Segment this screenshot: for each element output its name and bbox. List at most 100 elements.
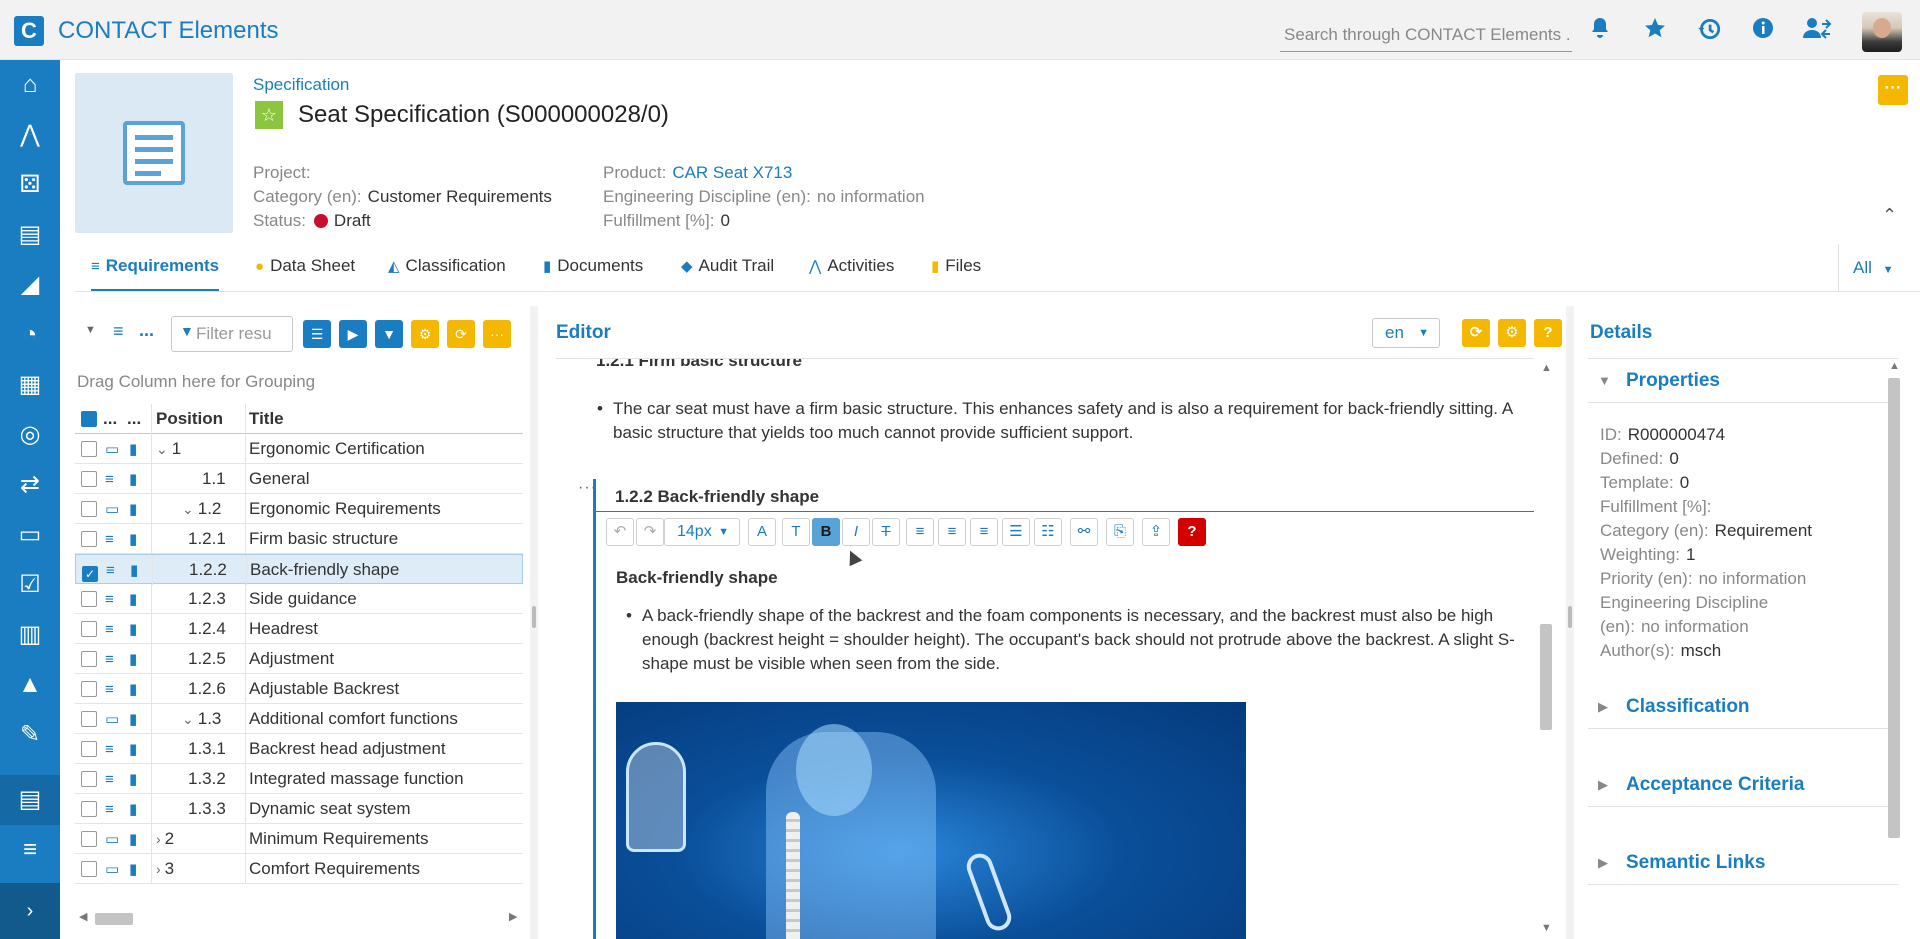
align-center-icon[interactable]: ≡ [938, 518, 966, 546]
right-splitter[interactable] [1566, 306, 1574, 939]
caret-down-icon[interactable]: ▼ [85, 324, 96, 336]
history-icon[interactable] [1694, 16, 1724, 46]
home-icon[interactable]: ⌂ [0, 60, 60, 110]
tree-row[interactable]: ≡ ▮ 1.2.6 Adjustable Backrest [75, 674, 523, 704]
scroll-right-icon[interactable]: ▶ [509, 910, 517, 923]
document-icon[interactable]: ▤ [0, 210, 60, 260]
classification-section-header[interactable]: ▶ Classification [1588, 685, 1898, 729]
scroll-down-icon[interactable]: ▼ [1541, 922, 1552, 934]
breadcrumb[interactable]: Specification [253, 75, 349, 95]
more-button[interactable]: ··· [483, 320, 511, 348]
chevron-right-icon[interactable]: › [156, 831, 161, 847]
semantic-links-section-header[interactable]: ▶ Semantic Links [1588, 841, 1898, 885]
tree-row[interactable]: ≡ ▮ 1.2.3 Side guidance [75, 584, 523, 614]
clear-format-icon[interactable]: T [782, 518, 810, 546]
tree-row[interactable]: ≡ ▮ 1.3.2 Integrated massage function [75, 764, 523, 794]
favorite-star-icon[interactable]: ☆ [255, 101, 283, 129]
tree-filter-input[interactable] [196, 323, 290, 345]
row-checkbox[interactable] [78, 674, 100, 704]
tab-filter-dropdown[interactable]: All ▼ [1838, 244, 1920, 292]
chevron-down-icon[interactable]: ⌄ [156, 441, 168, 457]
font-size-select[interactable]: 14px ▼ [664, 518, 740, 546]
row-checkbox[interactable] [78, 434, 100, 464]
link-icon[interactable]: ⚯ [1070, 518, 1098, 546]
specification-icon[interactable]: ▤ [0, 775, 60, 825]
strikethrough-icon[interactable]: T [872, 518, 900, 546]
app-title[interactable]: CONTACT Elements [58, 17, 279, 45]
global-search-input[interactable] [1280, 18, 1572, 51]
row-checkbox[interactable] [78, 614, 100, 644]
support-icon[interactable]: ◎ [0, 410, 60, 460]
tree-row[interactable]: ▭ ▮ ⌄ 1.2 Ergonomic Requirements [75, 494, 523, 524]
scroll-up-icon[interactable]: ▲ [1889, 360, 1900, 372]
tree-row[interactable]: ▭ ▮ ⌄ 1.3 Additional comfort functions [75, 704, 523, 734]
row-checkbox[interactable] [78, 644, 100, 674]
grid-icon[interactable]: ▦ [0, 360, 60, 410]
tab-requirements[interactable]: ≡ Requirements [91, 250, 220, 292]
tab-activities[interactable]: ⋀ Activities [809, 250, 894, 292]
header-more-button[interactable]: ··· [1878, 75, 1908, 105]
users-icon[interactable] [1802, 16, 1832, 46]
list-view-button[interactable]: ☰ [303, 320, 331, 348]
language-select[interactable]: en ▼ [1372, 318, 1440, 348]
chevron-down-icon[interactable]: ⌄ [182, 711, 194, 727]
activity-icon[interactable]: ⋀ [0, 110, 60, 160]
collapse-header-icon[interactable]: ⌃ [1882, 205, 1897, 226]
tree-row[interactable]: ≡ ▮ 1.3.3 Dynamic seat system [75, 794, 523, 824]
scrollbar-thumb[interactable] [1888, 378, 1900, 838]
panel-icon[interactable]: ▭ [0, 510, 60, 560]
bold-icon[interactable]: B [812, 518, 840, 546]
align-right-icon[interactable]: ≡ [970, 518, 998, 546]
expand-nav-icon[interactable]: › [0, 883, 60, 939]
settings-button[interactable]: ⚙ [411, 320, 439, 348]
tree-row[interactable]: ≡ ▮ 1.2.5 Adjustment [75, 644, 523, 674]
refresh-button[interactable]: ⟳ [447, 320, 475, 348]
editor-vertical-scrollbar[interactable]: ▲ ▼ [1538, 358, 1554, 939]
tree-row[interactable]: ≡ ▮ 1.2.1 Firm basic structure [75, 524, 523, 554]
row-checkbox[interactable]: ✓ [79, 555, 101, 585]
redo-icon[interactable]: ↷ [636, 518, 664, 546]
wrench-icon[interactable]: ✎ [0, 710, 60, 760]
requirements-icon[interactable]: ≡ [0, 825, 60, 875]
align-left-icon[interactable]: ≡ [906, 518, 934, 546]
tab-audit-trail[interactable]: ◆ Audit Trail [681, 250, 774, 292]
toolbar-overflow[interactable]: ... [139, 320, 154, 341]
bullet-list-icon[interactable]: ☰ [1002, 518, 1030, 546]
product-link[interactable]: CAR Seat X713 [672, 163, 792, 182]
left-splitter[interactable] [530, 306, 538, 939]
help-icon[interactable]: ? [1178, 518, 1206, 546]
undo-icon[interactable]: ↶ [606, 518, 634, 546]
table-icon[interactable]: ▥ [0, 610, 60, 660]
tree-row[interactable]: ≡ ▮ 1.2.4 Headrest [75, 614, 523, 644]
bell-icon[interactable] [1585, 16, 1615, 46]
play-button[interactable]: ▶ [339, 320, 367, 348]
transfer-icon[interactable]: ⇄ [0, 460, 60, 510]
grouping-drop-zone[interactable]: Drag Column here for Grouping [77, 372, 315, 392]
tree-row[interactable]: ▭ ▮ › 2 Minimum Requirements [75, 824, 523, 854]
row-checkbox[interactable] [78, 764, 100, 794]
italic-icon[interactable]: I [842, 518, 870, 546]
upload-icon[interactable]: ⇪ [1142, 518, 1170, 546]
scrollbar-thumb[interactable] [95, 913, 133, 925]
text-color-icon[interactable]: A [748, 518, 776, 546]
chevron-down-icon[interactable]: ⌄ [182, 501, 194, 517]
tab-classification[interactable]: ◭ Classification [388, 250, 506, 292]
star-icon[interactable] [1640, 16, 1670, 46]
info-icon[interactable] [1748, 16, 1778, 46]
tree-row[interactable]: ▭ ▮ ⌄ 1 Ergonomic Certification [75, 434, 523, 464]
row-checkbox[interactable] [78, 794, 100, 824]
row-checkbox[interactable] [78, 524, 100, 554]
row-checkbox[interactable] [78, 584, 100, 614]
tree-row[interactable]: ≡ ▮ 1.3.1 Backrest head adjustment [75, 734, 523, 764]
column-dots-2[interactable]: ... [127, 404, 149, 434]
requirements-list-icon[interactable]: ≡ [113, 321, 124, 342]
column-position[interactable]: Position [151, 404, 246, 434]
numbered-list-icon[interactable]: ☷ [1034, 518, 1062, 546]
properties-section-header[interactable]: ▼ Properties [1588, 359, 1898, 403]
rich-text-editor[interactable]: ↶ ↷ 14px ▼ A T B I T ≡ ≡ ≡ ☰ ☷ ⚯ ⎘ ⇪ ? Ba… [596, 511, 1534, 939]
editor-settings-button[interactable]: ⚙ [1498, 319, 1526, 347]
dropdown-button[interactable]: ▼ [375, 320, 403, 348]
editor-refresh-button[interactable]: ⟳ [1462, 319, 1490, 347]
column-dots-1[interactable]: ... [103, 404, 125, 434]
app-logo[interactable]: C [14, 16, 44, 46]
